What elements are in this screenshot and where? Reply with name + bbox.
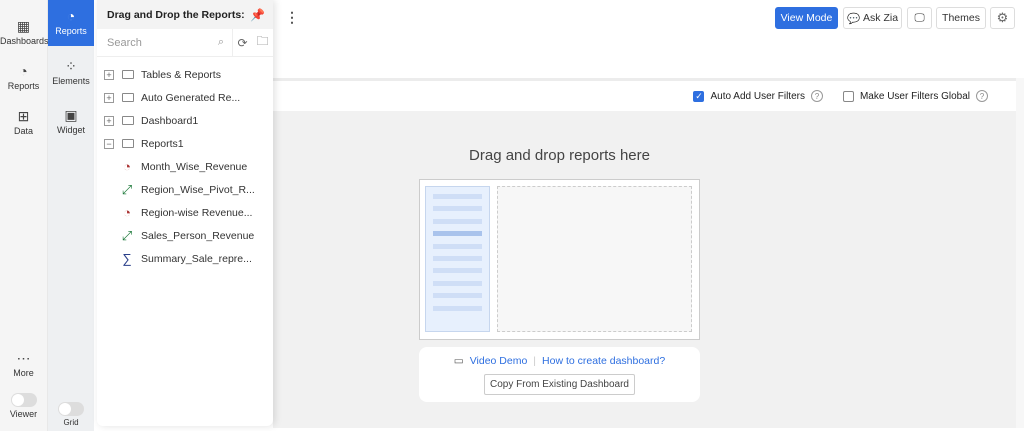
refresh-icon[interactable]: ⟳ xyxy=(237,36,247,50)
viewer-toggle[interactable]: Viewer xyxy=(0,393,47,419)
monitor-icon: 🖵 xyxy=(914,11,925,24)
widget-icon: ▣ xyxy=(64,107,78,123)
report-item[interactable]: ◔ Month_Wise_Revenue xyxy=(97,155,273,178)
drag-drop-illustration xyxy=(419,179,700,340)
report-item[interactable]: ⤢ Region_Wise_Pivot_R... xyxy=(97,178,273,201)
make-global-checkbox[interactable] xyxy=(842,90,854,102)
nav-label: Reports xyxy=(55,26,87,36)
auto-add-filters-label: Auto Add User Filters xyxy=(710,90,805,102)
ask-zia-label: Ask Zia xyxy=(863,12,899,24)
folder-label: Tables & Reports xyxy=(141,68,221,81)
report-item[interactable]: ⤢ Sales_Person_Revenue xyxy=(97,224,273,247)
collapse-icon[interactable]: − xyxy=(104,138,114,149)
pie-chart-icon: ◔ xyxy=(19,63,28,79)
folder-label: Dashboard1 xyxy=(141,114,199,127)
zia-icon: 💬 xyxy=(846,12,861,25)
summary-icon: ∑ xyxy=(122,251,132,266)
settings-button[interactable]: ⚙ xyxy=(990,7,1015,29)
report-label: Region_Wise_Pivot_R... xyxy=(141,183,255,196)
report-label: Summary_Sale_repre... xyxy=(141,252,252,265)
folder-icon xyxy=(122,139,134,148)
pie-chart-icon: ◔ xyxy=(123,205,131,220)
nav-reports[interactable]: ◔ Reports xyxy=(0,63,47,91)
table-icon: ⊞ xyxy=(17,108,30,124)
report-label: Month_Wise_Revenue xyxy=(141,160,248,173)
more-icon: ⋯ xyxy=(16,350,31,366)
folder-label: Auto Generated Re... xyxy=(141,91,241,104)
pie-chart-icon: ◔ xyxy=(123,159,131,174)
folder-item[interactable]: + Tables & Reports xyxy=(97,63,273,86)
ask-zia-button[interactable]: 💬 Ask Zia xyxy=(843,7,902,29)
subnav-widget[interactable]: ▣ Widget xyxy=(48,107,94,135)
gear-icon: ⚙ xyxy=(996,10,1009,25)
help-icon[interactable]: ? xyxy=(976,90,988,102)
nav-dashboards[interactable]: ▦ Dashboards xyxy=(0,18,49,46)
grid-icon: ▦ xyxy=(16,18,31,34)
search-placeholder: Search xyxy=(107,36,142,49)
canvas-title: Drag and drop reports here xyxy=(469,147,650,164)
help-box: ▭ Video Demo | How to create dashboard? … xyxy=(419,347,700,402)
toggle-switch[interactable] xyxy=(58,402,84,416)
folder-icon xyxy=(122,70,134,79)
folder-icon xyxy=(122,93,134,102)
filter-bar: ✓ Auto Add User Filters ? Make User Filt… xyxy=(273,81,1016,111)
nav-data[interactable]: ⊞ Data xyxy=(0,108,47,136)
subnav-reports[interactable]: ◔ Reports xyxy=(48,0,94,46)
expand-icon[interactable]: + xyxy=(104,92,114,103)
report-label: Region-wise Revenue... xyxy=(141,206,253,219)
folder-item[interactable]: + Dashboard1 xyxy=(97,109,273,132)
folder-item[interactable]: − Reports1 xyxy=(97,132,273,155)
reports-panel: Drag and Drop the Reports: 📌 Search ⌕ ⟳ 🗀 +… xyxy=(97,0,273,426)
expand-icon[interactable]: + xyxy=(104,115,114,126)
auto-add-filters-checkbox[interactable]: ✓ xyxy=(693,90,705,102)
help-icon[interactable]: ? xyxy=(810,90,823,102)
how-to-link[interactable]: How to create dashboard? xyxy=(542,355,665,367)
nav-more[interactable]: ⋯ More xyxy=(0,350,47,378)
video-icon: ▭ xyxy=(453,355,464,367)
nav-label: Data xyxy=(13,126,33,136)
copy-dashboard-button[interactable]: Copy From Existing Dashboard xyxy=(484,374,635,395)
present-button[interactable]: 🖵 xyxy=(907,7,932,29)
nav-label: Elements xyxy=(52,76,90,86)
view-mode-button[interactable]: View Mode xyxy=(775,7,838,29)
subnav-elements[interactable]: ⁘ Elements xyxy=(48,58,94,86)
sub-nav: ◔ Reports ⁘ Elements ▣ Widget Grid xyxy=(48,0,94,431)
video-demo-link[interactable]: Video Demo xyxy=(470,355,528,367)
expand-icon[interactable]: + xyxy=(104,69,114,80)
nav-label: Widget xyxy=(56,125,85,135)
pin-icon[interactable]: 📌 xyxy=(250,8,265,22)
folder-icon[interactable]: 🗀 xyxy=(256,32,268,53)
grid-toggle[interactable]: Grid xyxy=(48,402,94,427)
pivot-icon: ⤢ xyxy=(121,181,133,197)
make-global-label: Make User Filters Global xyxy=(859,90,970,102)
nav-label: Reports xyxy=(7,81,40,91)
pivot-icon: ⤢ xyxy=(121,227,133,243)
scrollbar[interactable] xyxy=(1016,78,1024,428)
main-nav: ▦ Dashboards ◔ Reports ⊞ Data ⋯ More Viewer xyxy=(0,0,49,431)
report-item[interactable]: ◔ Region-wise Revenue... xyxy=(97,201,273,224)
search-input[interactable]: Search ⌕ xyxy=(97,29,233,56)
folder-item[interactable]: + Auto Generated Re... xyxy=(97,86,273,109)
report-item[interactable]: ∑ Summary_Sale_repre... xyxy=(97,247,273,270)
nav-label: Dashboards xyxy=(0,36,49,46)
folder-label: Reports1 xyxy=(141,137,184,150)
search-icon: ⌕ xyxy=(217,36,224,48)
elements-icon: ⁘ xyxy=(65,58,77,74)
pie-chart-icon: ◔ xyxy=(66,8,76,24)
viewer-label: Viewer xyxy=(9,409,38,419)
nav-label: More xyxy=(13,368,34,378)
grid-label: Grid xyxy=(63,418,79,427)
themes-button[interactable]: Themes xyxy=(936,7,986,29)
folder-icon xyxy=(122,116,134,125)
report-label: Sales_Person_Revenue xyxy=(141,229,255,242)
panel-title: Drag and Drop the Reports: xyxy=(107,8,245,21)
more-options-icon[interactable]: ⋮ xyxy=(285,9,299,26)
toggle-switch[interactable] xyxy=(10,393,37,407)
